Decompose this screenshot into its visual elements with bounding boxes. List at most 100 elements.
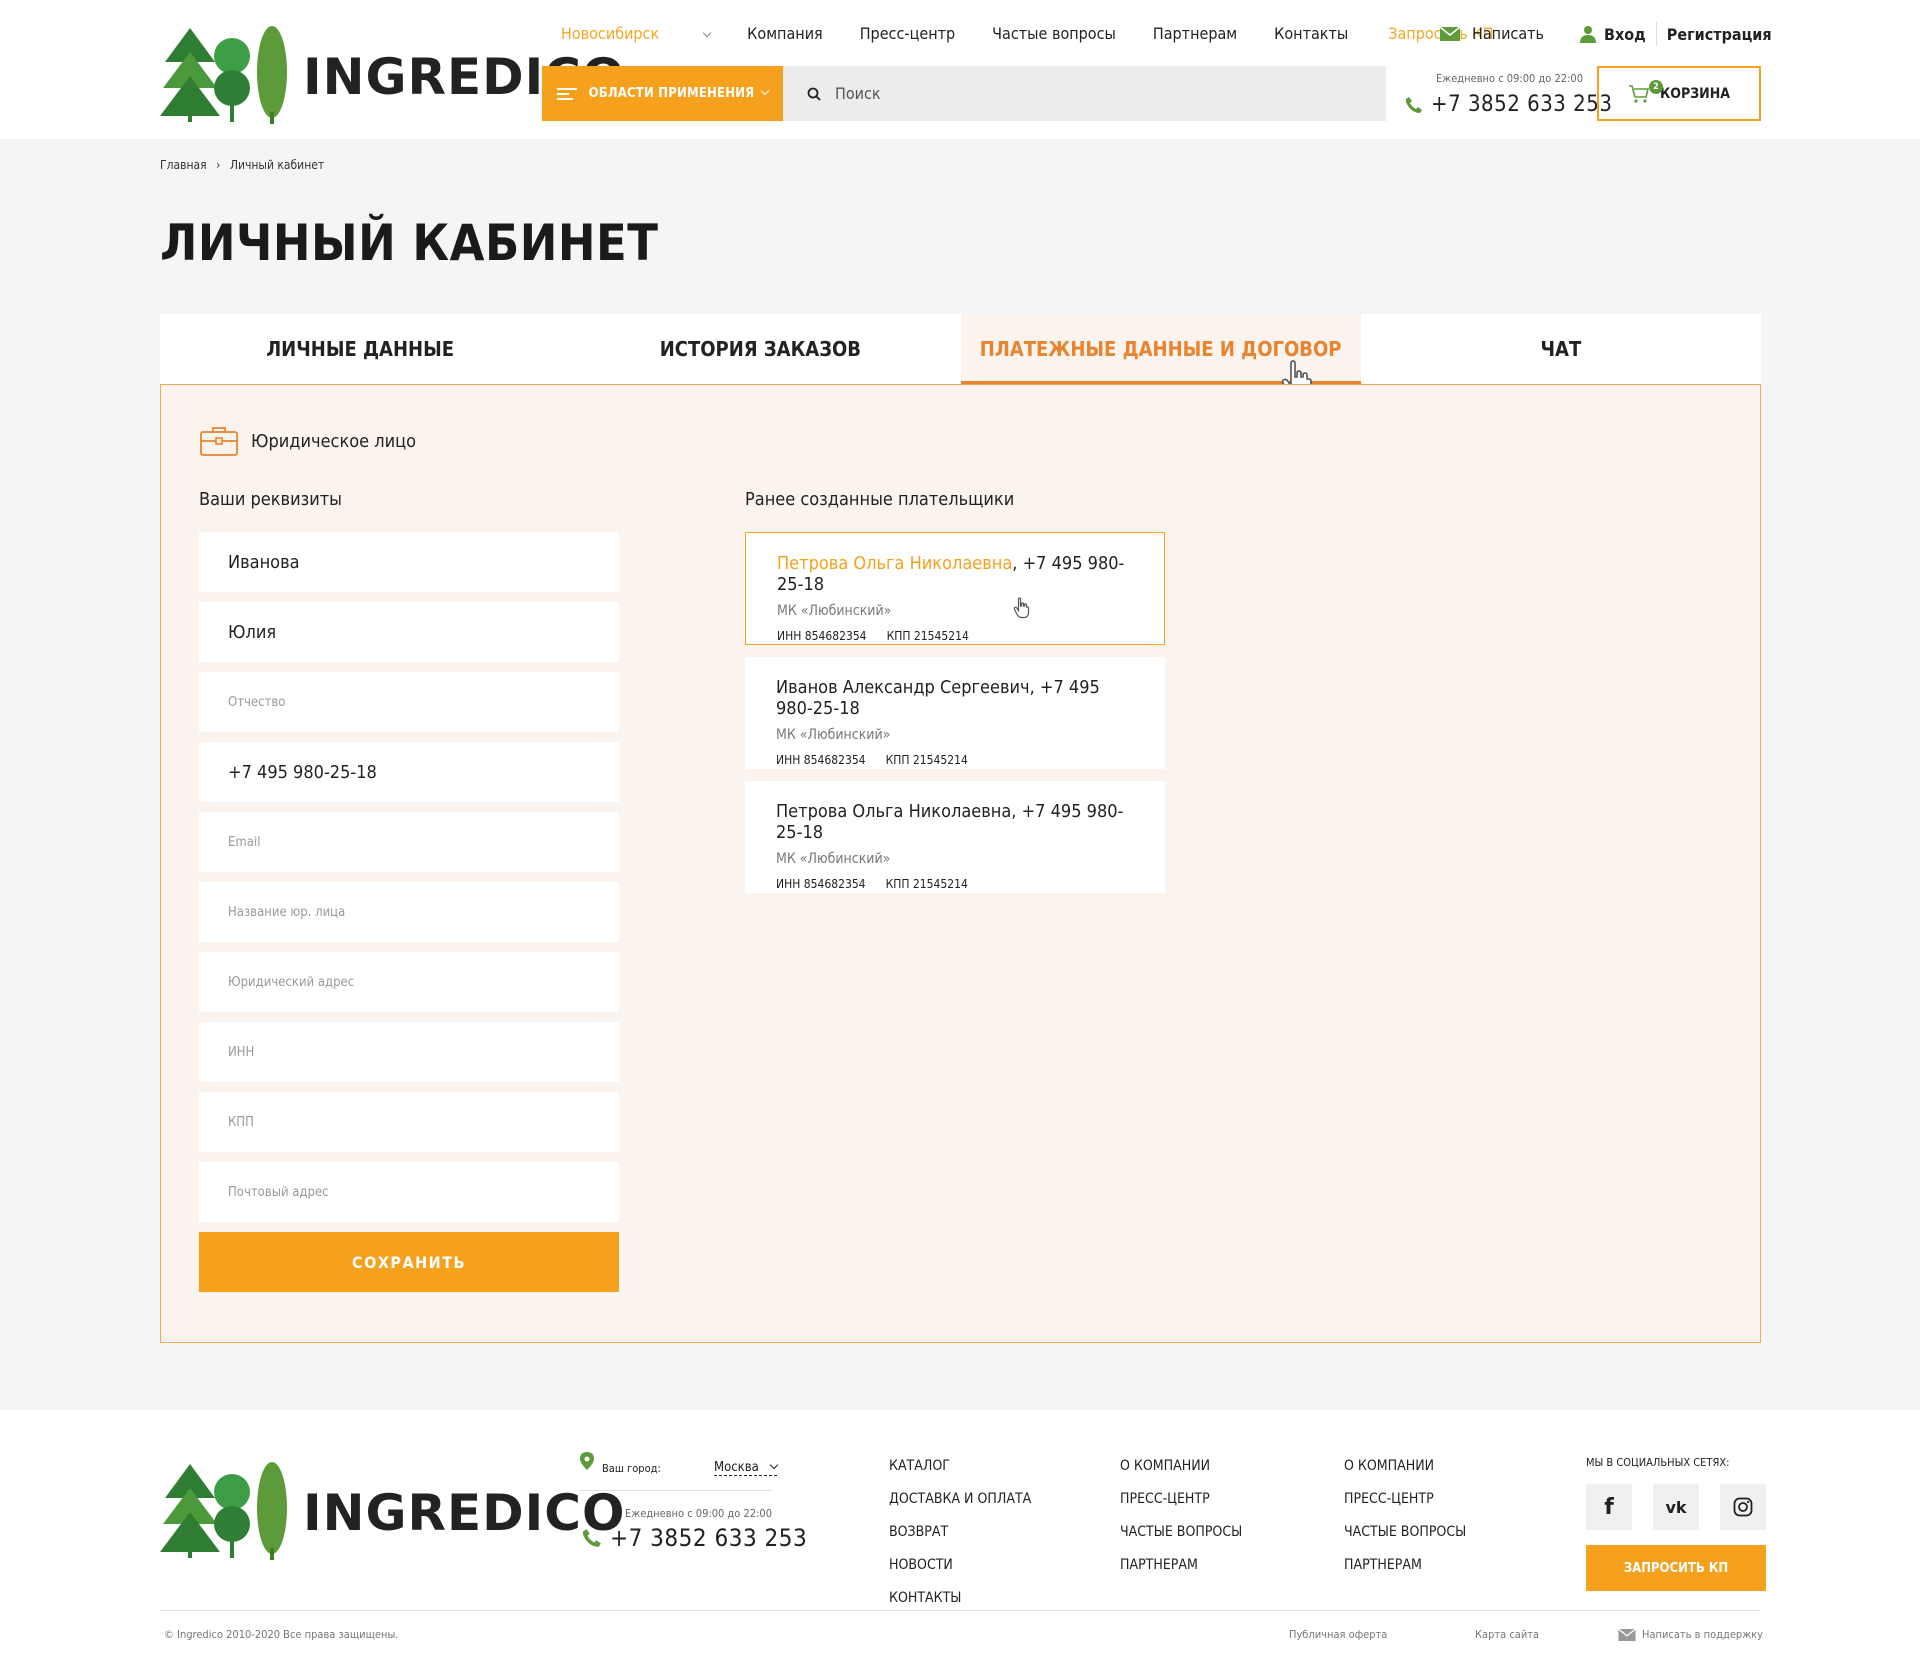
footer-link[interactable]: ПРЕСС-ЦЕНТР <box>1344 1483 1466 1516</box>
write-label: Написать <box>1472 24 1545 43</box>
chevron-down-icon <box>769 1460 779 1470</box>
footer-link[interactable]: ВОЗВРАТ <box>889 1516 1031 1549</box>
write-link[interactable]: Написать <box>1440 24 1544 43</box>
chevron-down-icon <box>761 86 770 95</box>
sitemap-link[interactable]: Карта сайта <box>1475 1628 1539 1641</box>
envelope-icon <box>1618 1628 1636 1641</box>
payer-name: Иванов Александр Сергеевич <box>776 677 1030 698</box>
top-nav: Новосибирск Компания Пресс-центр Частые … <box>561 24 1530 43</box>
page-title: ЛИЧНЫЙ КАБИНЕТ <box>160 214 659 272</box>
payer-org: МК «Любинский» <box>777 603 892 619</box>
footer-phone-number: +7 3852 633 253 <box>610 1524 808 1552</box>
instagram-icon <box>1733 1497 1753 1517</box>
payer-kpp: КПП 21545214 <box>885 877 968 891</box>
legal-address-field[interactable]: Юридический адрес <box>199 952 619 1012</box>
support-link[interactable]: Написать в поддержку <box>1618 1628 1763 1641</box>
briefcase-icon <box>200 427 238 456</box>
application-areas-label: ОБЛАСТИ ПРИМЕНЕНИЯ <box>588 86 755 101</box>
footer-link[interactable]: ПАРТНЕРАМ <box>1120 1549 1242 1582</box>
envelope-icon <box>1440 26 1460 41</box>
first-name-field[interactable]: Юлия <box>199 602 619 662</box>
payer-org: МК «Любинский» <box>776 851 891 867</box>
email-field[interactable]: Email <box>199 812 619 872</box>
footer-link[interactable]: ЧАСТЫЕ ВОПРОСЫ <box>1120 1516 1242 1549</box>
footer-city-select[interactable]: Москва <box>714 1460 779 1476</box>
auth-links: Вход Регистрация <box>1580 22 1772 46</box>
public-offer-link[interactable]: Публичная оферта <box>1289 1628 1387 1641</box>
tab-chat[interactable]: ЧАТ <box>1361 314 1761 384</box>
search-input[interactable]: Поиск <box>783 66 1386 121</box>
footer-work-hours: Ежедневно с 09:00 до 22:00 <box>625 1507 772 1520</box>
breadcrumb-home[interactable]: Главная <box>160 158 207 172</box>
payer-card[interactable]: Петрова Ольга Николаевна, +7 495 980-25-… <box>745 532 1165 645</box>
login-link[interactable]: Вход <box>1604 25 1646 44</box>
footer-link[interactable]: ДОСТАВКА И ОПЛАТА <box>889 1483 1031 1516</box>
payer-card[interactable]: Иванов Александр Сергеевич, +7 495 980-2… <box>745 657 1165 769</box>
footer-link[interactable]: ПАРТНЕРАМ <box>1344 1549 1466 1582</box>
last-name-field[interactable]: Иванова <box>199 532 619 592</box>
facebook-button[interactable]: f <box>1586 1484 1632 1530</box>
city-label: Новосибирск <box>561 24 660 43</box>
payer-card[interactable]: Петрова Ольга Николаевна, +7 495 980-25-… <box>745 781 1165 893</box>
nav-link-partners[interactable]: Партнерам <box>1153 24 1237 43</box>
payment-details-panel: Юридическое лицо Ваши реквизиты Ранее со… <box>160 384 1761 1343</box>
patronymic-field[interactable]: Отчество <box>199 672 619 732</box>
phone-link[interactable]: +7 3852 633 253 <box>1405 92 1612 117</box>
kpp-field[interactable]: КПП <box>199 1092 619 1152</box>
register-link[interactable]: Регистрация <box>1667 25 1772 44</box>
payer-name: Петрова Ольга Николаевна <box>776 801 1012 822</box>
footer-request-quote-button[interactable]: ЗАПРОСИТЬ КП <box>1586 1545 1766 1591</box>
breadcrumb-separator: › <box>216 158 221 172</box>
account-tabs: ЛИЧНЫЕ ДАННЫЕ ИСТОРИЯ ЗАКАЗОВ ПЛАТЕЖНЫЕ … <box>160 314 1761 384</box>
phone-icon <box>582 1529 601 1547</box>
payer-org: МК «Любинский» <box>776 727 891 743</box>
breadcrumb: Главная › Личный кабинет <box>160 158 324 172</box>
support-label: Написать в поддержку <box>1642 1628 1763 1641</box>
entity-type-label: Юридическое лицо <box>251 430 417 452</box>
site-logo[interactable]: INGREDICO <box>160 18 624 124</box>
payer-kpp: КПП 21545214 <box>885 753 968 767</box>
facebook-icon: f <box>1604 1494 1614 1520</box>
payer-codes: ИНН 854682354 КПП 21545214 <box>776 877 1134 891</box>
footer-link[interactable]: ПРЕСС-ЦЕНТР <box>1120 1483 1242 1516</box>
footer-link[interactable]: О КОМПАНИИ <box>1344 1450 1466 1483</box>
inn-field[interactable]: ИНН <box>199 1022 619 1082</box>
tab-order-history[interactable]: ИСТОРИЯ ЗАКАЗОВ <box>560 314 960 384</box>
instagram-button[interactable] <box>1720 1484 1766 1530</box>
footer-phone-link[interactable]: +7 3852 633 253 <box>582 1524 807 1552</box>
site-header: INGREDICO Новосибирск Компания Пресс-цен… <box>0 0 1920 139</box>
cart-label: КОРЗИНА <box>1659 85 1730 102</box>
breadcrumb-current: Личный кабинет <box>229 158 325 172</box>
nav-link-company[interactable]: Компания <box>747 24 823 43</box>
nav-link-press[interactable]: Пресс-центр <box>860 24 955 43</box>
footer-link[interactable]: КАТАЛОГ <box>889 1450 1031 1483</box>
search-placeholder: Поиск <box>835 84 881 103</box>
footer-menu-catalog: КАТАЛОГ ДОСТАВКА И ОПЛАТА ВОЗВРАТ НОВОСТ… <box>889 1450 1031 1615</box>
save-button[interactable]: СОХРАНИТЬ <box>199 1232 619 1292</box>
search-icon <box>807 87 821 101</box>
footer-menu-company: О КОМПАНИИ ПРЕСС-ЦЕНТР ЧАСТЫЕ ВОПРОСЫ ПА… <box>1120 1450 1242 1582</box>
auth-divider <box>1655 22 1657 46</box>
cart-button[interactable]: 2 КОРЗИНА <box>1597 66 1761 121</box>
trees-logo-icon <box>160 26 287 124</box>
vk-button[interactable]: vk <box>1653 1484 1699 1530</box>
footer-link[interactable]: НОВОСТИ <box>889 1549 1031 1582</box>
nav-link-faq[interactable]: Частые вопросы <box>992 24 1116 43</box>
location-pin-icon <box>580 1452 594 1470</box>
phone-field[interactable]: +7 495 980-25-18 <box>199 742 619 802</box>
footer-link[interactable]: О КОМПАНИИ <box>1120 1450 1242 1483</box>
nav-link-contacts[interactable]: Контакты <box>1274 24 1348 43</box>
tab-personal-data[interactable]: ЛИЧНЫЕ ДАННЫЕ <box>160 314 560 384</box>
entity-type[interactable]: Юридическое лицо <box>199 425 416 457</box>
payer-codes: ИНН 854682354 КПП 21545214 <box>777 629 1133 643</box>
work-hours: Ежедневно с 09:00 до 22:00 <box>1436 72 1583 85</box>
company-name-field[interactable]: Название юр. лица <box>199 882 619 942</box>
social-label: МЫ В СОЦИАЛЬНЫХ СЕТЯХ: <box>1586 1456 1730 1469</box>
postal-address-field[interactable]: Почтовый адрес <box>199 1162 619 1222</box>
cart-icon <box>1628 84 1650 103</box>
application-areas-button[interactable]: ОБЛАСТИ ПРИМЕНЕНИЯ <box>542 66 783 121</box>
hand-cursor-icon <box>1013 597 1030 619</box>
footer-link[interactable]: ЧАСТЫЕ ВОПРОСЫ <box>1344 1516 1466 1549</box>
city-selector[interactable]: Новосибирск <box>561 24 712 43</box>
footer-logo[interactable]: INGREDICO <box>160 1454 624 1560</box>
